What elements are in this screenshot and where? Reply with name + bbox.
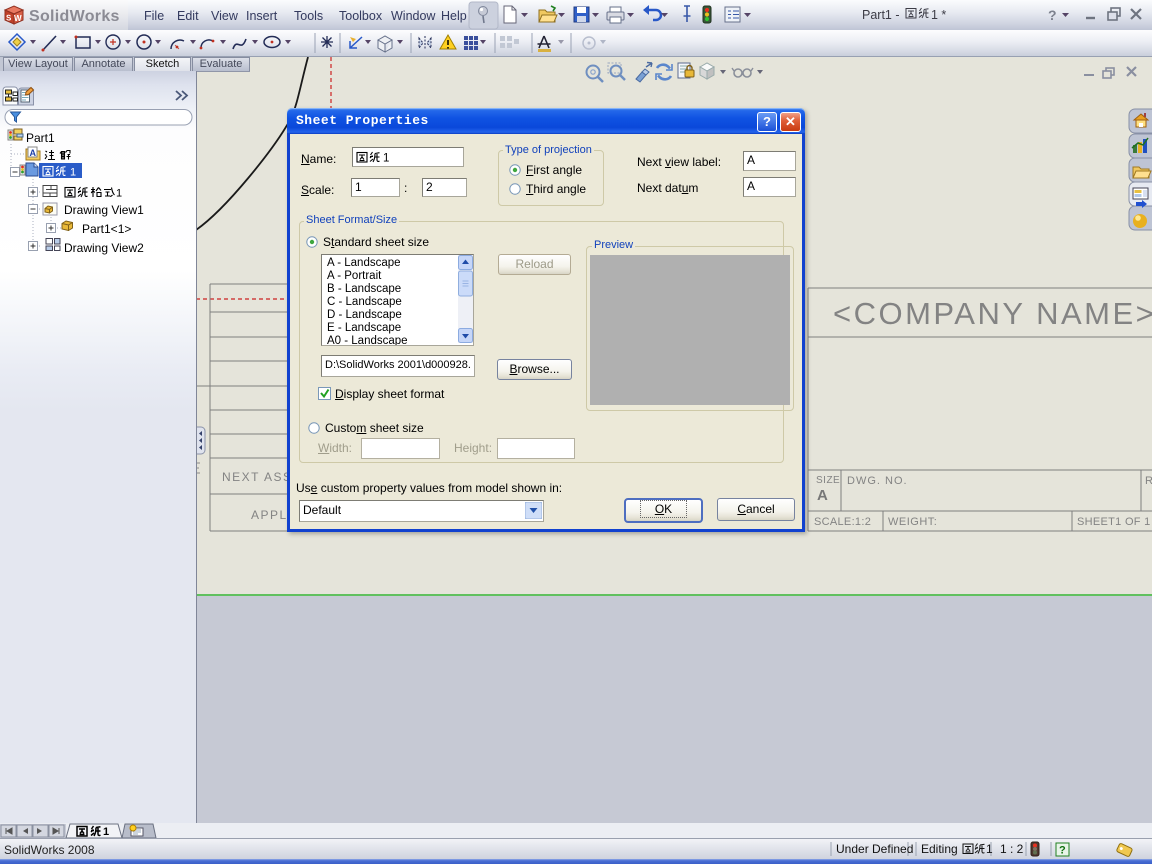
svg-text:1: 1 xyxy=(103,826,109,838)
svg-text:Window: Window xyxy=(391,9,436,23)
svg-text:Insert: Insert xyxy=(246,9,278,23)
svg-text:<COMPANY NAME>: <COMPANY NAME> xyxy=(833,296,1152,331)
svg-text:1: 1 xyxy=(986,842,993,856)
svg-text:R: R xyxy=(1145,475,1152,487)
svg-text:1: 1 xyxy=(70,167,76,179)
svg-text:?: ? xyxy=(1059,845,1066,857)
svg-text:SIZE: SIZE xyxy=(816,475,840,486)
svg-text:1: 1 xyxy=(116,188,122,200)
svg-text:S: S xyxy=(6,13,12,22)
svg-text:1: 1 xyxy=(383,153,389,165)
svg-text:A: A xyxy=(817,487,828,504)
svg-text:Toolbox: Toolbox xyxy=(339,9,383,23)
svg-text:A: A xyxy=(30,148,37,158)
svg-text:?: ? xyxy=(1048,7,1057,23)
svg-text:WEIGHT:: WEIGHT: xyxy=(888,516,937,528)
svg-text:Editing: Editing xyxy=(921,842,958,856)
svg-text:1 : 2: 1 : 2 xyxy=(1000,842,1024,856)
svg-text:Edit: Edit xyxy=(177,9,199,23)
svg-text:View: View xyxy=(211,9,239,23)
svg-text:SolidWorks: SolidWorks xyxy=(29,8,120,25)
svg-text:Help: Help xyxy=(441,9,467,23)
svg-text:1 *: 1 * xyxy=(931,8,946,22)
svg-text:Under Defined: Under Defined xyxy=(836,842,913,856)
svg-text:DWG. NO.: DWG. NO. xyxy=(847,475,908,487)
svg-text:SHEET1 OF 1: SHEET1 OF 1 xyxy=(1077,516,1151,528)
svg-text:Tools: Tools xyxy=(294,9,323,23)
svg-text:File: File xyxy=(144,9,164,23)
svg-text:W: W xyxy=(14,14,22,23)
svg-text:SCALE:1:2: SCALE:1:2 xyxy=(814,516,871,528)
svg-text:Part1 -: Part1 - xyxy=(862,8,900,22)
